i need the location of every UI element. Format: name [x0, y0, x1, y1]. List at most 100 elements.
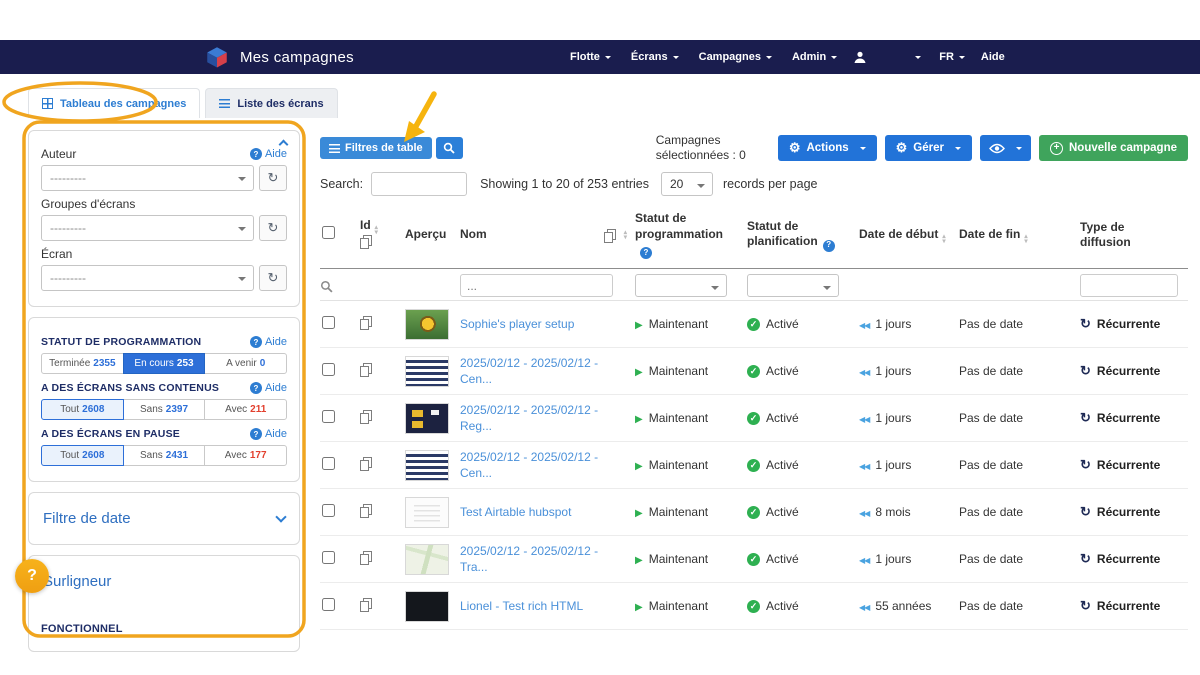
select-all-checkbox[interactable]: [322, 226, 335, 239]
visibility-button[interactable]: [980, 135, 1031, 161]
help-icon[interactable]: [823, 240, 835, 252]
search-button[interactable]: [436, 137, 463, 159]
campaign-thumbnail[interactable]: [405, 450, 449, 481]
campaign-thumbnail[interactable]: [405, 356, 449, 387]
actions-button[interactable]: Actions: [778, 135, 877, 161]
sort-icon[interactable]: [1024, 234, 1027, 244]
screen-groups-select[interactable]: ---------: [41, 215, 254, 241]
search-icon: [320, 280, 333, 293]
campaign-name-link[interactable]: Lionel - Test rich HTML: [460, 598, 583, 614]
copy-icon[interactable]: [604, 229, 615, 242]
campaign-name-link[interactable]: Test Airtable hubspot: [460, 504, 571, 520]
table-filter-row: [320, 269, 1188, 301]
type-filter-input[interactable]: [1080, 274, 1178, 297]
copy-id-button[interactable]: [360, 598, 371, 611]
seg-sans[interactable]: Sans2431: [123, 445, 206, 466]
filter-list-icon: [329, 144, 340, 153]
seg-a-venir[interactable]: A venir0: [204, 353, 287, 374]
campaign-thumbnail[interactable]: [405, 403, 449, 434]
row-checkbox[interactable]: [322, 316, 335, 329]
programming-status-title: STATUT DE PROGRAMMATION: [41, 336, 201, 348]
prog-status: Maintenant: [649, 458, 708, 472]
campaign-name-link[interactable]: 2025/02/12 - 2025/02/12 - Reg...: [460, 402, 627, 434]
user-menu-caret[interactable]: [915, 56, 921, 62]
row-checkbox[interactable]: [322, 363, 335, 376]
date-filter-accordion[interactable]: Filtre de date: [41, 503, 287, 534]
copy-id-button[interactable]: [360, 316, 371, 329]
help-icon[interactable]: [640, 247, 652, 259]
sidebar-status-box: STATUT DE PROGRAMMATION Aide Terminée235…: [28, 317, 300, 482]
plan-status: Activé: [766, 599, 799, 613]
name-filter-input[interactable]: [460, 274, 613, 297]
diffusion-type: Récurrente: [1097, 458, 1160, 472]
row-checkbox[interactable]: [322, 457, 335, 470]
seg-sans[interactable]: Sans2397: [123, 399, 206, 420]
chevron-down-icon: [955, 147, 961, 153]
seg-avec[interactable]: Avec177: [204, 445, 287, 466]
screen-select[interactable]: ---------: [41, 265, 254, 291]
prog-status-filter-select[interactable]: [635, 274, 727, 297]
new-campaign-button[interactable]: Nouvelle campagne: [1039, 135, 1188, 161]
nav-ecrans[interactable]: Écrans: [631, 51, 679, 63]
seg-en-cours[interactable]: En cours253: [123, 353, 206, 374]
nav-admin[interactable]: Admin: [792, 51, 837, 63]
page-size-select[interactable]: 20: [661, 172, 713, 196]
diffusion-type: Récurrente: [1097, 411, 1160, 425]
campaign-thumbnail[interactable]: [405, 309, 449, 340]
table-header-row: Id Aperçu Nom Statut de programmation S: [320, 207, 1188, 269]
seg-terminee[interactable]: Terminée2355: [41, 353, 124, 374]
campaign-thumbnail[interactable]: [405, 591, 449, 622]
sort-icon[interactable]: [942, 234, 945, 244]
screens-paused-help[interactable]: Aide: [250, 428, 287, 440]
copy-id-button[interactable]: [360, 410, 371, 423]
manage-button[interactable]: Gérer: [885, 135, 972, 161]
refresh-screen-groups-button[interactable]: [259, 215, 287, 241]
campaign-name-link[interactable]: 2025/02/12 - 2025/02/12 - Tra...: [460, 543, 627, 575]
plan-status-filter-select[interactable]: [747, 274, 839, 297]
campaign-name-link[interactable]: 2025/02/12 - 2025/02/12 - Cen...: [460, 355, 627, 387]
refresh-screen-button[interactable]: [259, 265, 287, 291]
tab-campaigns-table[interactable]: Tableau des campagnes: [28, 88, 200, 118]
search-input[interactable]: [371, 172, 467, 196]
user-menu[interactable]: [853, 50, 867, 64]
copy-icon[interactable]: [360, 235, 371, 248]
copy-id-button[interactable]: [360, 457, 371, 470]
sort-icon[interactable]: [375, 225, 378, 235]
nav-aide[interactable]: Aide: [981, 51, 1005, 63]
nav-flotte[interactable]: Flotte: [570, 51, 611, 63]
seg-avec[interactable]: Avec211: [204, 399, 287, 420]
table-row: Sophie's player setup Maintenant Activé …: [320, 301, 1188, 348]
check-icon: [747, 318, 760, 331]
highlighter-accordion[interactable]: Surligneur: [41, 566, 287, 597]
copy-id-button[interactable]: [360, 363, 371, 376]
row-checkbox[interactable]: [322, 504, 335, 517]
row-checkbox[interactable]: [322, 598, 335, 611]
screens-without-content-help[interactable]: Aide: [250, 382, 287, 394]
refresh-author-button[interactable]: [259, 165, 287, 191]
select-value: 20: [670, 177, 683, 191]
question-icon: [250, 382, 262, 394]
floating-help-button[interactable]: ?: [15, 559, 49, 593]
row-checkbox[interactable]: [322, 551, 335, 564]
row-checkbox[interactable]: [322, 410, 335, 423]
copy-id-button[interactable]: [360, 551, 371, 564]
table-filters-button[interactable]: Filtres de table: [320, 137, 432, 159]
campaign-name-link[interactable]: Sophie's player setup: [460, 316, 574, 332]
app-title: Mes campagnes: [240, 49, 354, 66]
campaign-thumbnail[interactable]: [405, 497, 449, 528]
language-selector[interactable]: FR: [939, 51, 965, 63]
chevron-down-icon: [275, 511, 286, 522]
author-select[interactable]: ---------: [41, 165, 254, 191]
seg-tout[interactable]: Tout2608: [41, 399, 124, 420]
copy-id-button[interactable]: [360, 504, 371, 517]
campaign-name-link[interactable]: 2025/02/12 - 2025/02/12 - Cen...: [460, 449, 627, 481]
author-help-link[interactable]: Aide: [250, 148, 287, 160]
gear-icon: [789, 141, 801, 155]
campaign-thumbnail[interactable]: [405, 544, 449, 575]
tab-screens-list[interactable]: Liste des écrans: [205, 88, 337, 118]
sort-icon[interactable]: [624, 230, 627, 240]
seg-tout[interactable]: Tout2608: [41, 445, 124, 466]
chevron-down-icon: [860, 147, 866, 153]
nav-campagnes[interactable]: Campagnes: [699, 51, 772, 63]
programming-status-help[interactable]: Aide: [250, 336, 287, 348]
